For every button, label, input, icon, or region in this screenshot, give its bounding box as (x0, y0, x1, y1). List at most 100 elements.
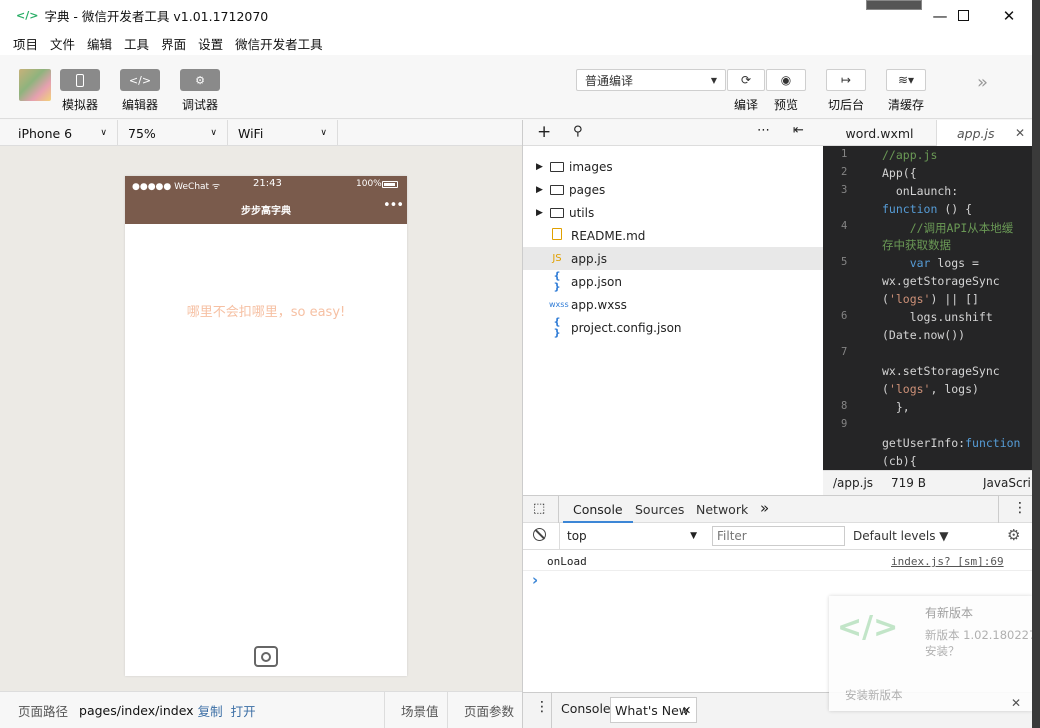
tree-item-images[interactable]: ▶ images (523, 155, 823, 178)
maximize-button[interactable] (940, 0, 986, 31)
menu-tools[interactable]: 工具 (124, 34, 149, 53)
kebab-menu-icon[interactable]: ⋮ (1013, 500, 1027, 516)
code-logo-icon: </> (837, 610, 899, 645)
tab-app-js[interactable]: app.js ✕ (937, 120, 1032, 146)
page-params-button[interactable]: 页面参数 (464, 701, 514, 720)
simulator-area: ●●●●● WeChat ᯤ 21:43 100% 步步高字典 ••• 哪里不会… (0, 146, 522, 691)
open-link[interactable]: 打开 (231, 701, 256, 720)
install-update-button[interactable]: 安装新版本 (845, 687, 903, 703)
code-icon: </> (120, 69, 160, 91)
tree-item-app-js[interactable]: JS app.js (523, 247, 823, 270)
editor-toggle[interactable]: </> 编辑器 (112, 69, 168, 113)
search-icon[interactable]: ⚲ (573, 124, 583, 139)
menu-settings[interactable]: 设置 (198, 34, 223, 53)
tab-word-wxml[interactable]: word.wxml (823, 120, 937, 146)
file-name: app.js (571, 251, 607, 266)
expand-arrow-icon[interactable]: ▶ (536, 208, 543, 218)
file-name: README.md (571, 228, 646, 243)
carrier-text: ●●●●● WeChat ᯤ (132, 182, 221, 192)
layers-icon: ≋▾ (886, 69, 926, 91)
switch-background-icon: ↦ (826, 69, 866, 91)
console-log-row: onLoad index.js? [sm]:69 (523, 550, 1032, 571)
inspect-element-icon[interactable]: ⬚ (533, 501, 545, 516)
more-tabs-icon[interactable]: » (760, 499, 769, 517)
tree-item-app-wxss[interactable]: wxss app.wxss (523, 293, 823, 316)
dropdown-arrow-icon: ▼ (710, 75, 717, 85)
code-line: ('logs', logs) (882, 382, 979, 396)
drawer-menu-icon[interactable]: ⋮ (535, 699, 549, 715)
phone-screen[interactable]: ●●●●● WeChat ᯤ 21:43 100% 步步高字典 ••• 哪里不会… (125, 176, 407, 676)
levels-select[interactable]: Default levels ▼ (853, 529, 949, 543)
zoom-select[interactable]: 75% ∨ (118, 120, 228, 146)
phone-header: ●●●●● WeChat ᯤ 21:43 100% 步步高字典 ••• (125, 176, 407, 224)
context-select[interactable]: top ▼ (563, 526, 701, 546)
background-button[interactable]: ↦ 切后台 (826, 69, 866, 113)
line-number: 4 (841, 220, 848, 232)
tree-item-utils[interactable]: ▶ utils (523, 201, 823, 224)
simulator-label: 模拟器 (61, 98, 98, 112)
menu-project[interactable]: 项目 (13, 34, 38, 53)
more-icon[interactable]: ⋯ (757, 123, 770, 138)
preview-button[interactable]: ◉ 预览 (766, 69, 806, 113)
camera-icon[interactable] (254, 646, 278, 667)
close-button[interactable]: ✕ (986, 0, 1032, 31)
expand-arrow-icon[interactable]: ▶ (536, 162, 543, 172)
file-tree: ▶ images ▶ pages ▶ utils README.md JS ap… (523, 146, 823, 495)
compile-button[interactable]: ⟳ 编译 (727, 69, 765, 113)
close-notification-icon[interactable]: ✕ (1011, 696, 1021, 710)
avatar[interactable] (19, 69, 51, 101)
divider (559, 523, 560, 549)
chevron-down-icon: ∨ (100, 128, 107, 138)
add-file-icon[interactable]: + (537, 122, 551, 142)
clock-text: 21:43 (253, 178, 282, 189)
close-tab-icon[interactable]: ✕ (682, 704, 691, 717)
expand-arrow-icon[interactable]: ▶ (536, 185, 543, 195)
tab-label: word.wxml (845, 125, 914, 141)
divider (558, 496, 559, 523)
compile-mode-select[interactable]: 普通编译 ▼ (576, 69, 726, 91)
file-language[interactable]: JavaScript (983, 476, 1032, 490)
console-prompt-icon[interactable]: › (532, 571, 538, 589)
more-chevron-icon[interactable]: » (977, 72, 988, 93)
network-select[interactable]: WiFi ∨ (228, 120, 338, 146)
menu-file[interactable]: 文件 (50, 34, 75, 53)
tree-item-pages[interactable]: ▶ pages (523, 178, 823, 201)
close-tab-icon[interactable]: ✕ (1015, 126, 1025, 140)
log-source-link[interactable]: index.js? [sm]:69 (891, 555, 1004, 568)
collapse-panel-icon[interactable]: ⇤ (793, 123, 804, 138)
editor-label: 编辑器 (121, 98, 158, 112)
menu-wechat-devtools[interactable]: 微信开发者工具 (235, 34, 323, 53)
eye-icon: ◉ (766, 69, 806, 91)
file-name: images (569, 159, 613, 174)
filter-input[interactable] (712, 526, 845, 546)
clear-cache-button[interactable]: ≋▾ 清缓存 (886, 69, 926, 113)
toolbar: 模拟器 </> 编辑器 ⚙ 调试器 普通编译 ▼ ⟳ 编译 ◉ 预览 ↦ 切后台 (0, 55, 1032, 119)
menu-interface[interactable]: 界面 (161, 34, 186, 53)
update-body: 新版本 1.02.1802270 (925, 628, 1032, 642)
capsule-menu-icon[interactable]: ••• (383, 198, 404, 213)
preview-label: 预览 (773, 98, 798, 112)
code-line: ('logs') || [] (882, 292, 979, 306)
debug-icon: ⚙ (180, 69, 220, 91)
tab-sources[interactable]: Sources (635, 502, 684, 517)
code-line: var logs = (909, 256, 979, 270)
tree-item-readme[interactable]: README.md (523, 224, 823, 247)
tab-network[interactable]: Network (696, 502, 748, 517)
gear-icon[interactable]: ⚙ (1007, 526, 1020, 544)
menu-edit[interactable]: 编辑 (87, 34, 112, 53)
tab-console[interactable]: Console (563, 496, 633, 523)
drawer-tab-whats-new[interactable]: What's New ✕ (610, 697, 697, 723)
scene-value-button[interactable]: 场景值 (401, 701, 439, 720)
background-label: 切后台 (827, 98, 864, 112)
tree-item-project-config[interactable]: { } project.config.json (523, 316, 823, 339)
drawer-tab-console[interactable]: Console (561, 701, 611, 716)
simulator-toggle[interactable]: 模拟器 (52, 69, 108, 113)
tree-item-app-json[interactable]: { } app.json (523, 270, 823, 293)
code-editor[interactable]: 1 //app.js 2 App({ 3 onLaunch: function … (823, 146, 1032, 470)
clear-console-icon[interactable] (533, 528, 546, 541)
code-line: (Date.now()) (882, 328, 966, 342)
line-number: 8 (841, 400, 848, 412)
device-select[interactable]: iPhone 6 ∨ (0, 120, 118, 146)
copy-link[interactable]: 复制 (198, 701, 223, 720)
debugger-toggle[interactable]: ⚙ 调试器 (172, 69, 228, 113)
